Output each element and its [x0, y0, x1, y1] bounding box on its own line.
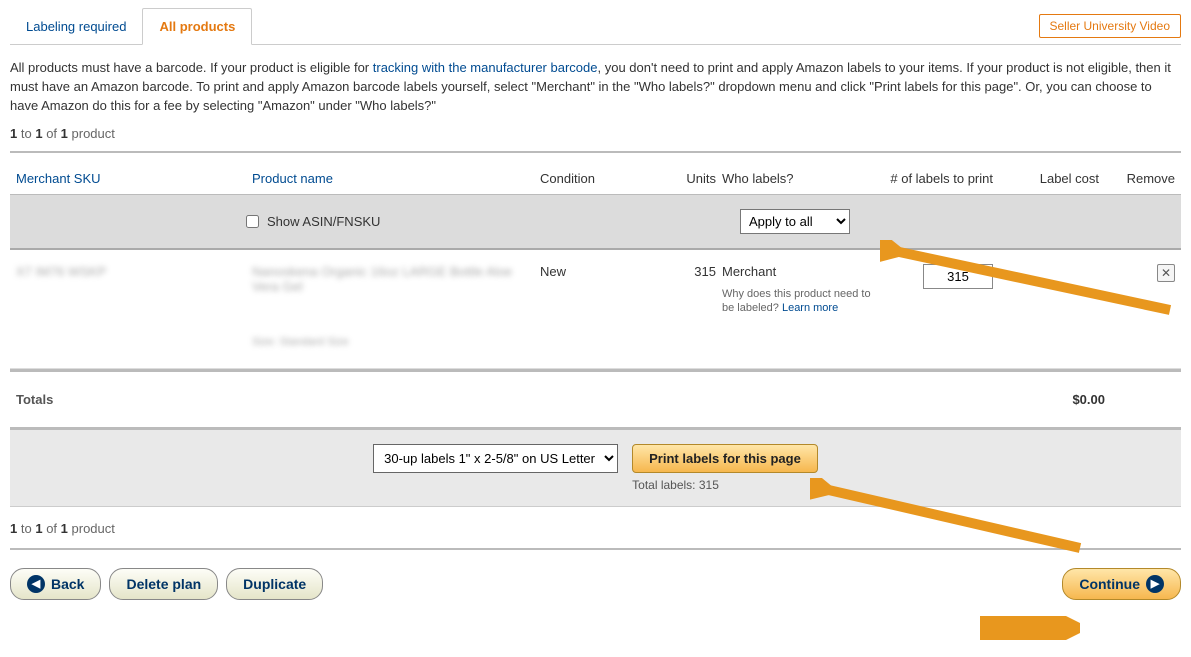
continue-button[interactable]: Continue ▶ — [1062, 568, 1181, 600]
col-label-cost: Label cost — [999, 171, 1099, 186]
col-remove: Remove — [1105, 171, 1175, 186]
print-labels-button[interactable]: Print labels for this page — [632, 444, 818, 473]
close-icon: ✕ — [1161, 266, 1171, 280]
show-asin-checkbox[interactable] — [246, 215, 259, 228]
total-labels-text: Total labels: 315 — [632, 478, 719, 492]
sku-value: X7 IM76 WSKP — [16, 264, 246, 279]
pager-bottom: 1 to 1 of 1 product — [10, 521, 1181, 536]
apply-to-all-select[interactable]: Apply to all — [740, 209, 850, 234]
learn-more-link[interactable]: Learn more — [782, 302, 838, 314]
labels-to-print-input[interactable] — [923, 264, 993, 289]
tab-labeling-required[interactable]: Labeling required — [10, 9, 142, 44]
chevron-right-icon: ▶ — [1146, 575, 1164, 593]
seller-university-button[interactable]: Seller University Video — [1039, 14, 1182, 38]
col-product-name[interactable]: Product name — [252, 171, 534, 186]
duplicate-button[interactable]: Duplicate — [226, 568, 323, 600]
back-button[interactable]: ◀ Back — [10, 568, 101, 600]
units-value: 315 — [646, 264, 716, 279]
condition-value: New — [540, 264, 640, 279]
annotation-arrow-icon — [980, 616, 1080, 640]
totals-cost: $0.00 — [1005, 392, 1105, 407]
totals-label: Totals — [16, 392, 246, 407]
who-labels-value: Merchant — [722, 264, 877, 279]
table-row: X7 IM76 WSKP Nanoskena Organic 16oz LARG… — [10, 250, 1181, 369]
remove-row-button[interactable]: ✕ — [1157, 264, 1175, 282]
intro-text: All products must have a barcode. If you… — [10, 59, 1181, 116]
chevron-left-icon: ◀ — [27, 575, 45, 593]
col-who-labels: Who labels? — [722, 171, 877, 186]
product-name: Nanoskena Organic 16oz LARGE Bottle Aloe… — [252, 264, 534, 348]
label-sheet-select[interactable]: 30-up labels 1" x 2-5/8" on US Letter — [373, 444, 618, 473]
col-merchant-sku[interactable]: Merchant SKU — [16, 171, 246, 186]
col-num-labels: # of labels to print — [883, 171, 993, 186]
col-units: Units — [646, 171, 716, 186]
tab-all-products[interactable]: All products — [142, 8, 252, 45]
barcode-link[interactable]: tracking with the manufacturer barcode — [373, 60, 598, 75]
col-condition: Condition — [540, 171, 640, 186]
show-asin-toggle[interactable]: Show ASIN/FNSKU — [246, 214, 570, 229]
delete-plan-button[interactable]: Delete plan — [109, 568, 218, 600]
pager-top: 1 to 1 of 1 product — [10, 126, 1181, 141]
